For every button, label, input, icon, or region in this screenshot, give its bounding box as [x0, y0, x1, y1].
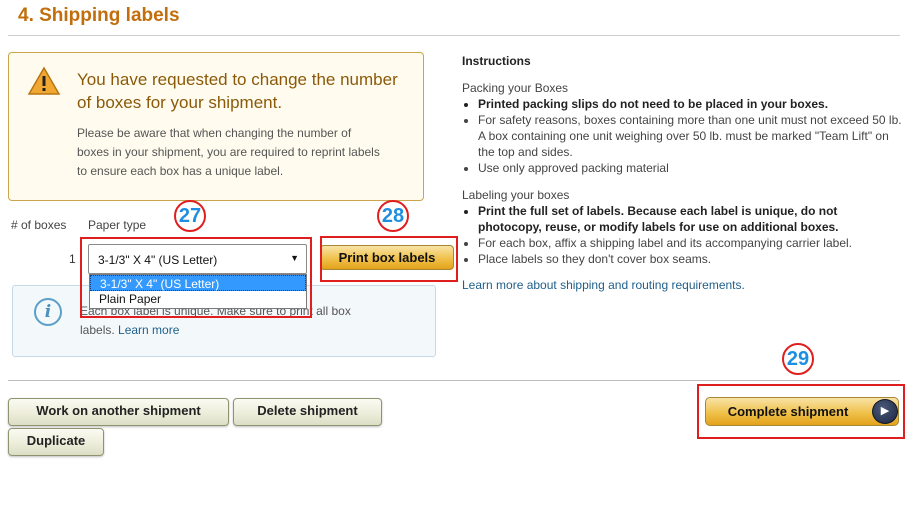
annotation-box-28 — [320, 236, 458, 282]
packing-item: Printed packing slips do not need to be … — [478, 96, 902, 112]
annotation-box-29 — [697, 384, 905, 439]
row-box-count: 1 — [69, 252, 76, 266]
annotation-badge-27: 27 — [174, 200, 206, 232]
annotation-box-27 — [80, 237, 312, 318]
column-header-boxes: # of boxes — [11, 218, 67, 232]
delete-shipment-button[interactable]: Delete shipment — [233, 398, 382, 426]
section-title: 4. Shipping labels — [18, 5, 180, 26]
work-on-another-shipment-button[interactable]: Work on another shipment — [8, 398, 229, 426]
labeling-section: Labeling your boxes Print the full set o… — [462, 187, 902, 267]
annotation-badge-28: 28 — [377, 200, 409, 232]
title-divider — [8, 35, 900, 36]
bottom-divider — [8, 380, 900, 381]
labeling-item: Place labels so they don't cover box sea… — [478, 251, 902, 267]
labeling-item: For each box, affix a shipping label and… — [478, 235, 902, 251]
warning-icon — [27, 66, 61, 95]
annotation-badge-29: 29 — [782, 343, 814, 375]
warning-heading: You have requested to change the number … — [77, 70, 398, 112]
info-learn-more-link[interactable]: Learn more — [118, 323, 179, 337]
packing-item: For safety reasons, boxes containing mor… — [478, 112, 902, 160]
packing-heading: Packing your Boxes — [462, 81, 569, 95]
labeling-heading: Labeling your boxes — [462, 188, 570, 202]
shipping-requirements-link[interactable]: Learn more about shipping and routing re… — [462, 278, 745, 292]
instructions-title: Instructions — [462, 54, 531, 68]
duplicate-button[interactable]: Duplicate — [8, 428, 104, 456]
packing-section: Packing your Boxes Printed packing slips… — [462, 80, 902, 176]
column-header-paper-type: Paper type — [88, 218, 147, 232]
warning-body: Please be aware that when changing the n… — [77, 126, 380, 178]
packing-item: Use only approved packing material — [478, 160, 902, 176]
labeling-item: Print the full set of labels. Because ea… — [478, 203, 902, 235]
info-icon: i — [34, 298, 62, 326]
